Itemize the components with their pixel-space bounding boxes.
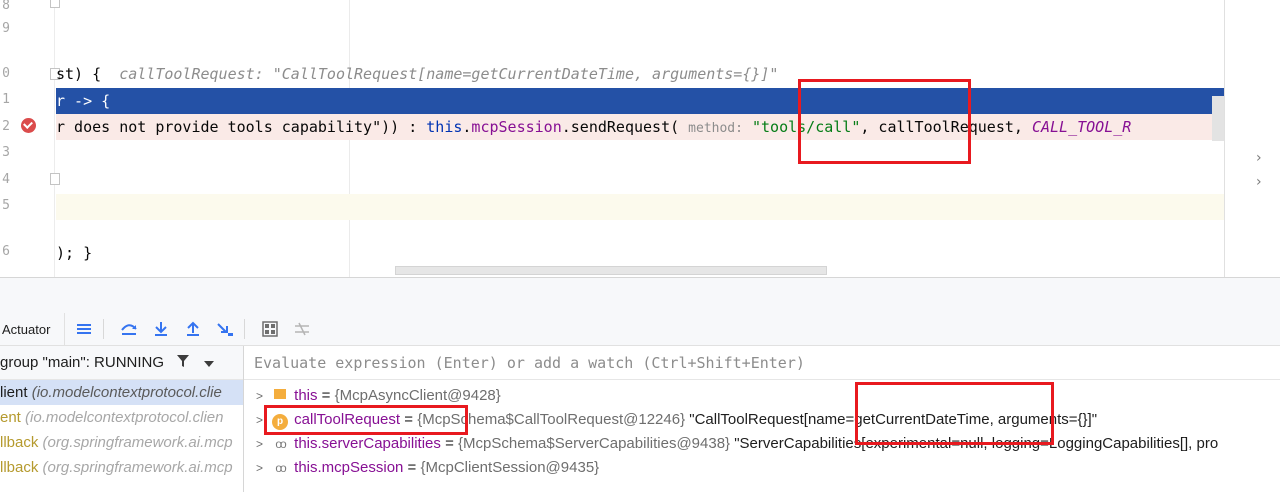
fold-icon[interactable] <box>50 173 60 185</box>
chevron-right-icon[interactable]: > <box>256 432 270 456</box>
trace-stream-icon[interactable] <box>289 317 315 341</box>
code-line: st) { callToolRequest: "CallToolRequest[… <box>56 61 1224 87</box>
chevron-right-icon[interactable]: > <box>256 456 270 480</box>
step-over-icon[interactable] <box>116 317 142 341</box>
code-line-selected: r -> { <box>56 88 1224 114</box>
panel-divider[interactable] <box>0 277 1280 313</box>
step-out-icon[interactable] <box>180 317 206 341</box>
variable-type: {McpAsyncClient@9428} <box>334 387 501 404</box>
chevron-right-icon[interactable]: › <box>1256 174 1262 190</box>
inline-value-hint: callToolRequest: "CallToolRequest[name=g… <box>119 65 779 83</box>
code-text: st) { <box>56 65 102 83</box>
frame-item[interactable]: lient (io.modelcontextprotocol.clie <box>0 380 243 405</box>
evaluate-placeholder: Evaluate expression (Enter) or add a wat… <box>254 354 805 372</box>
code-line-current <box>56 194 1224 220</box>
scroll-marker <box>1212 96 1224 141</box>
frame-item[interactable]: llback (org.springframework.ai.mcp <box>0 455 243 480</box>
line-number: 2 <box>2 119 10 134</box>
chevron-down-icon[interactable] <box>204 354 215 371</box>
variable-name: this <box>294 387 318 404</box>
line-number: 6 <box>2 244 10 259</box>
field-ref: mcpSession <box>471 118 562 136</box>
line-number: 1 <box>2 92 10 107</box>
frame-item[interactable]: llback (org.springframework.ai.mcp <box>0 430 243 455</box>
editor-right-edge <box>1224 0 1225 277</box>
variables-tree: > this = {McpAsyncClient@9428} > p callTo… <box>244 380 1280 492</box>
frame-name: lient <box>0 384 28 401</box>
breakpoint-icon[interactable] <box>21 118 36 133</box>
code-text: r -> { <box>56 92 111 110</box>
variable-name: this.serverCapabilities <box>294 435 441 452</box>
line-number: 4 <box>2 172 10 187</box>
variable-equals: = <box>317 387 335 404</box>
run-to-cursor-icon[interactable] <box>212 317 238 341</box>
watch-icon: oo <box>275 461 286 476</box>
variable-row[interactable]: > oo this.serverCapabilities = {McpSchema… <box>244 432 1280 456</box>
line-number: 3 <box>2 145 10 160</box>
debug-toolbar: Actuator <box>0 312 1280 346</box>
frame-item[interactable]: ent (io.modelcontextprotocol.clien <box>0 405 243 430</box>
frame-package: (io.modelcontextprotocol.clien <box>25 409 224 426</box>
line-gutter: 8 9 0 1 2 3 4 5 6 <box>0 0 60 277</box>
method-call: .sendRequest( <box>561 118 680 136</box>
frame-package: (org.springframework.ai.mcp <box>42 434 233 451</box>
highlight-box <box>855 382 1054 445</box>
frame-package: (io.modelcontextprotocol.clie <box>31 384 222 401</box>
tab-actuator[interactable]: Actuator <box>0 312 66 346</box>
code-text: r does not provide tools capability")) : <box>56 118 427 136</box>
highlight-box <box>798 79 971 164</box>
code-line: ); } <box>56 240 1224 266</box>
filter-icon[interactable] <box>176 354 190 372</box>
variable-equals: = <box>440 435 459 452</box>
gutter-divider <box>54 0 55 277</box>
evaluate-expression-input[interactable]: Evaluate expression (Enter) or add a wat… <box>244 346 1280 380</box>
fold-icon[interactable] <box>50 0 60 8</box>
code-editor[interactable]: 8 9 0 1 2 3 4 5 6 st) { callToolRequest:… <box>0 0 1280 277</box>
frame-name: ent <box>0 409 21 426</box>
line-number: 5 <box>2 198 10 213</box>
toolbar-separator <box>103 319 105 339</box>
variable-row[interactable]: > oo this.mcpSession = {McpClientSession@… <box>244 456 1280 480</box>
frame-package: (org.springframework.ai.mcp <box>42 459 233 476</box>
thread-selector[interactable]: group "main": RUNNING <box>0 346 243 380</box>
variable-type: {McpSchema$ServerCapabilities@9438} <box>458 435 731 452</box>
thread-label: group "main": RUNNING <box>0 354 165 371</box>
keyword: this <box>426 118 463 136</box>
variable-equals: = <box>403 459 421 476</box>
constant-ref: CALL_TOOL_R <box>1031 118 1132 136</box>
frame-name: llback <box>0 434 39 451</box>
toolbar-separator <box>244 319 246 339</box>
step-into-icon[interactable] <box>148 317 174 341</box>
watch-icon: oo <box>275 437 286 452</box>
code-text: ); } <box>56 244 93 262</box>
highlight-box <box>264 405 468 435</box>
chevron-right-icon[interactable]: › <box>1256 150 1262 166</box>
evaluate-icon[interactable] <box>257 317 283 341</box>
horizontal-scrollbar[interactable] <box>395 266 827 275</box>
variable-name: this.mcpSession <box>294 459 404 476</box>
frames-list-icon[interactable] <box>71 317 97 341</box>
frames-list: lient (io.modelcontextprotocol.clie ent … <box>0 380 243 492</box>
frame-name: llback <box>0 459 39 476</box>
code-line-breakpoint: r does not provide tools capability")) :… <box>56 114 1224 140</box>
parameter-hint: method: <box>688 121 743 136</box>
line-number: 9 <box>2 21 10 36</box>
line-number: 0 <box>2 66 10 81</box>
variable-type: {McpClientSession@9435} <box>420 459 600 476</box>
